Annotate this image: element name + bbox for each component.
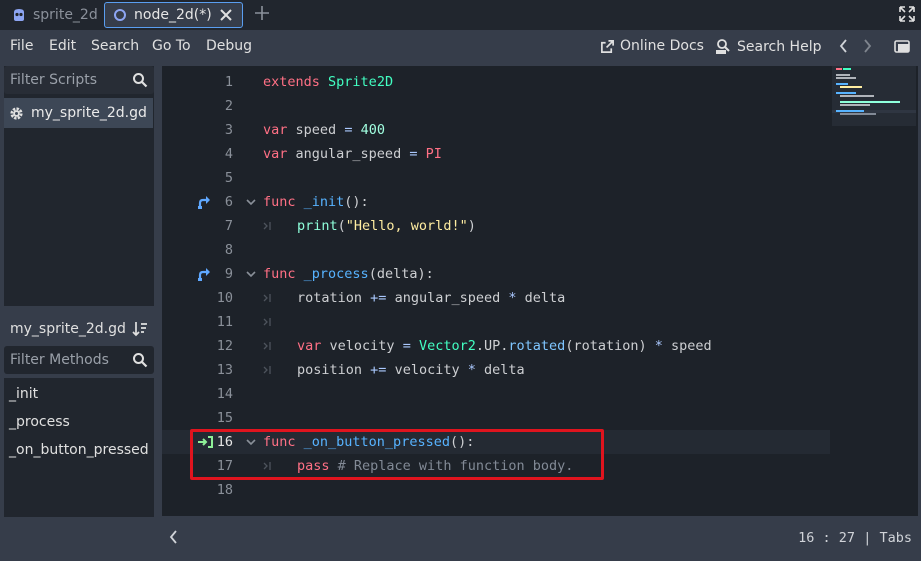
- filter-methods-input[interactable]: Filter Methods: [4, 346, 154, 374]
- code-line: 10 rotation += angular_speed * delta: [162, 286, 830, 310]
- search-help-icon: [716, 39, 730, 54]
- filter-methods-placeholder: Filter Methods: [10, 352, 109, 368]
- toggle-panel-icon[interactable]: [893, 37, 910, 55]
- line-number: 6: [224, 194, 233, 210]
- line-number: 11: [216, 314, 233, 330]
- sprite-icon: [14, 9, 24, 21]
- code-text: func _init():: [263, 194, 369, 210]
- code-minimap[interactable]: [832, 66, 916, 126]
- tab-indent-icon: [263, 342, 271, 350]
- current-script-header: my_sprite_2d.gd: [4, 314, 154, 344]
- code-line: 9 func _process(delta):: [162, 262, 830, 286]
- search-icon: [133, 73, 148, 88]
- menu-edit[interactable]: Edit: [49, 38, 76, 54]
- code-line: 1 extends Sprite2D: [162, 70, 830, 94]
- code-line: 2: [162, 94, 830, 118]
- code-text: print("Hello, world!"): [297, 218, 476, 234]
- method-item-on-button-pressed[interactable]: _on_button_pressed: [9, 442, 149, 458]
- current-script-name: my_sprite_2d.gd: [10, 321, 126, 337]
- online-docs-button[interactable]: Online Docs: [600, 38, 704, 54]
- close-icon[interactable]: [218, 7, 234, 23]
- tab-sprite-2d[interactable]: sprite_2d: [4, 2, 102, 28]
- menu-debug[interactable]: Debug: [206, 38, 252, 54]
- code-line: 15: [162, 406, 830, 430]
- method-item-init[interactable]: _init: [9, 386, 38, 402]
- code-line: 11: [162, 310, 830, 334]
- filter-scripts-placeholder: Filter Scripts: [10, 72, 98, 88]
- script-name: my_sprite_2d.gd: [31, 105, 147, 121]
- line-number: 4: [224, 146, 233, 162]
- tab-indent-icon: [263, 294, 271, 302]
- cursor-separator: :: [822, 530, 831, 546]
- filter-scripts-input[interactable]: Filter Scripts: [4, 66, 154, 94]
- line-number: 1: [224, 74, 233, 90]
- indent-mode[interactable]: Tabs: [879, 530, 912, 546]
- line-number: 7: [224, 218, 233, 234]
- node2d-icon: [114, 9, 126, 21]
- cursor-line: 16: [798, 530, 815, 546]
- menu-search[interactable]: Search: [91, 38, 139, 54]
- code-line: 3 var speed = 400: [162, 118, 830, 142]
- code-text: var speed = 400: [263, 122, 385, 138]
- menu-bar: File Edit Search Go To Debug Online Docs…: [0, 30, 921, 64]
- line-number: 13: [216, 362, 233, 378]
- chevron-right-icon[interactable]: [859, 37, 875, 55]
- tab-indent-icon: [263, 318, 271, 326]
- code-line: 7 print("Hello, world!"): [162, 214, 830, 238]
- add-tab-icon[interactable]: [254, 5, 270, 21]
- code-text: var velocity = Vector2.UP.rotated(rotati…: [297, 338, 712, 354]
- code-text: func _process(delta):: [263, 266, 434, 282]
- tab-node-2d[interactable]: node_2d(*): [104, 2, 243, 28]
- code-line: 8: [162, 238, 830, 262]
- cursor-position: 16 : 27 | Tabs: [798, 530, 912, 546]
- chevron-left-icon[interactable]: [836, 37, 852, 55]
- code-line: 4 var angular_speed = PI: [162, 142, 830, 166]
- tab-indent-icon: [263, 222, 271, 230]
- method-item-process[interactable]: _process: [9, 414, 70, 430]
- sort-icon[interactable]: [131, 320, 149, 338]
- line-number: 5: [224, 170, 233, 186]
- line-number: 9: [224, 266, 233, 282]
- line-number: 10: [216, 290, 233, 306]
- script-tab-bar: sprite_2d node_2d(*): [0, 0, 921, 30]
- line-number: 15: [216, 410, 233, 426]
- chevron-left-icon[interactable]: [168, 529, 180, 549]
- code-text: rotation += angular_speed * delta: [297, 290, 566, 306]
- external-link-icon: [601, 39, 614, 53]
- tab-label: node_2d(*): [134, 7, 212, 23]
- cursor-column: 27: [838, 530, 856, 546]
- script-list-item[interactable]: my_sprite_2d.gd: [4, 98, 153, 128]
- line-number: 3: [224, 122, 233, 138]
- status-divider: |: [863, 530, 872, 546]
- line-number: 14: [216, 386, 233, 402]
- online-docs-label: Online Docs: [620, 38, 704, 54]
- gear-icon: [10, 106, 23, 120]
- search-icon: [133, 353, 148, 368]
- maximize-icon[interactable]: [898, 5, 916, 23]
- fold-chevron-icon[interactable]: [246, 270, 256, 278]
- search-help-button[interactable]: Search Help: [715, 38, 821, 55]
- code-text: extends Sprite2D: [263, 74, 394, 90]
- line-number: 8: [224, 242, 233, 258]
- code-text: var angular_speed = PI: [263, 146, 442, 162]
- code-line: 18: [162, 478, 830, 502]
- tab-label: sprite_2d: [33, 7, 98, 23]
- status-bar: 16 : 27 | Tabs: [162, 520, 918, 556]
- search-help-label: Search Help: [737, 38, 822, 55]
- highlight-annotation: [190, 429, 604, 480]
- methods-list: _init _process _on_button_pressed: [4, 378, 154, 517]
- tab-indent-icon: [263, 366, 271, 374]
- menu-file[interactable]: File: [10, 38, 33, 54]
- code-line: 13 position += velocity * delta: [162, 358, 830, 382]
- code-line: 5: [162, 166, 830, 190]
- line-number: 12: [216, 338, 233, 354]
- code-line: 12 var velocity = Vector2.UP.rotated(rot…: [162, 334, 830, 358]
- code-text: position += velocity * delta: [297, 362, 525, 378]
- line-number: 2: [224, 98, 233, 114]
- code-line: 14: [162, 382, 830, 406]
- code-line: 6 func _init():: [162, 190, 830, 214]
- fold-chevron-icon[interactable]: [246, 198, 256, 206]
- menu-go-to[interactable]: Go To: [152, 38, 191, 54]
- line-number: 18: [216, 482, 233, 498]
